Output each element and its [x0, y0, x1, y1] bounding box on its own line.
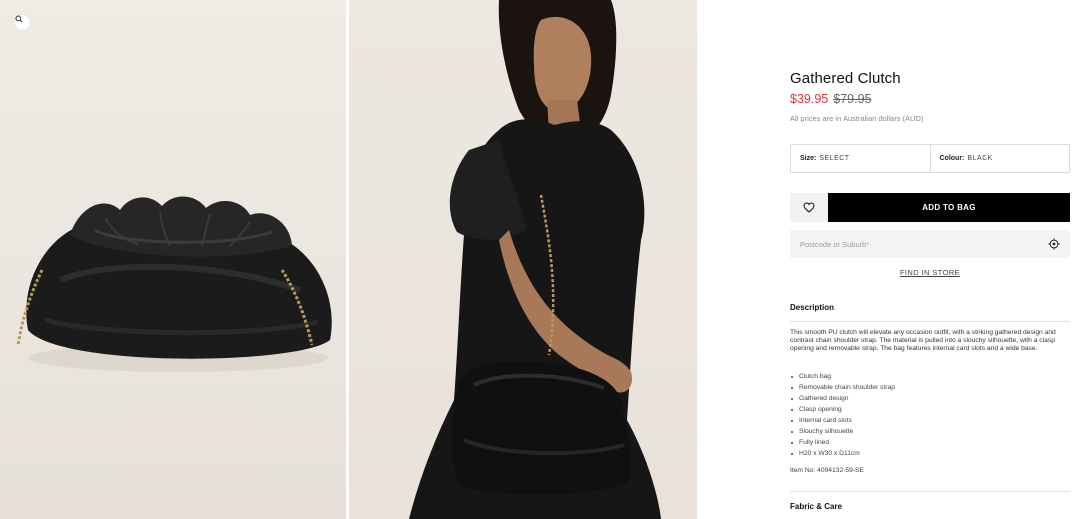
price-row: $39.95 $79.95: [790, 92, 871, 106]
feature-item: Slouchy silhouette: [790, 426, 895, 437]
wishlist-button[interactable]: [790, 193, 828, 222]
currency-note: All prices are in Australian dollars (AU…: [790, 114, 924, 123]
clutch-illustration: [16, 196, 332, 372]
description-heading[interactable]: Description: [790, 303, 834, 312]
original-price: $79.95: [833, 92, 872, 106]
feature-item: Clutch bag: [790, 371, 895, 382]
postcode-input[interactable]: [800, 239, 1048, 249]
size-value: SELECT: [819, 155, 850, 162]
heart-icon: [803, 202, 815, 213]
feature-item: Clasp opening: [790, 404, 895, 415]
feature-list: Clutch bag Removable chain shoulder stra…: [790, 371, 895, 459]
feature-item: Removable chain shoulder strap: [790, 382, 895, 393]
feature-item: Gathered design: [790, 393, 895, 404]
size-label: Size:: [800, 155, 817, 162]
product-gallery: [0, 0, 697, 519]
postcode-field: [790, 230, 1070, 258]
feature-item: H20 x W30 x D11cm: [790, 448, 895, 459]
product-image-model[interactable]: [349, 0, 697, 519]
colour-value: BLACK: [967, 155, 993, 162]
sale-price: $39.95: [790, 92, 829, 106]
product-page: Gathered Clutch $39.95 $79.95 All prices…: [0, 0, 1080, 519]
magnifier-icon: [15, 15, 23, 23]
description-text: This smooth PU clutch will elevate any o…: [790, 329, 1056, 353]
fabric-care-heading[interactable]: Fabric & Care: [790, 502, 842, 511]
divider: [790, 321, 1070, 322]
zoom-button[interactable]: [15, 15, 30, 30]
size-selector[interactable]: Size: SELECT: [791, 145, 930, 172]
model-illustration: [409, 0, 661, 519]
crosshair-icon: [1048, 238, 1060, 250]
colour-selector[interactable]: Colour: BLACK: [929, 145, 1070, 172]
location-button[interactable]: [1048, 238, 1060, 250]
divider: [790, 491, 1070, 492]
product-title: Gathered Clutch: [790, 70, 901, 87]
item-number: Item No: 4094132-59-SE: [790, 467, 864, 474]
bag-actions: ADD TO BAG: [790, 193, 1070, 222]
feature-item: Internal card slots: [790, 415, 895, 426]
colour-label: Colour:: [939, 155, 965, 162]
feature-item: Fully lined: [790, 437, 895, 448]
variant-selectors: Size: SELECT Colour: BLACK: [790, 144, 1070, 173]
find-in-store-link[interactable]: FIND IN STORE: [790, 268, 1070, 277]
add-to-bag-button[interactable]: ADD TO BAG: [828, 193, 1070, 222]
product-image-bag[interactable]: [0, 0, 346, 519]
